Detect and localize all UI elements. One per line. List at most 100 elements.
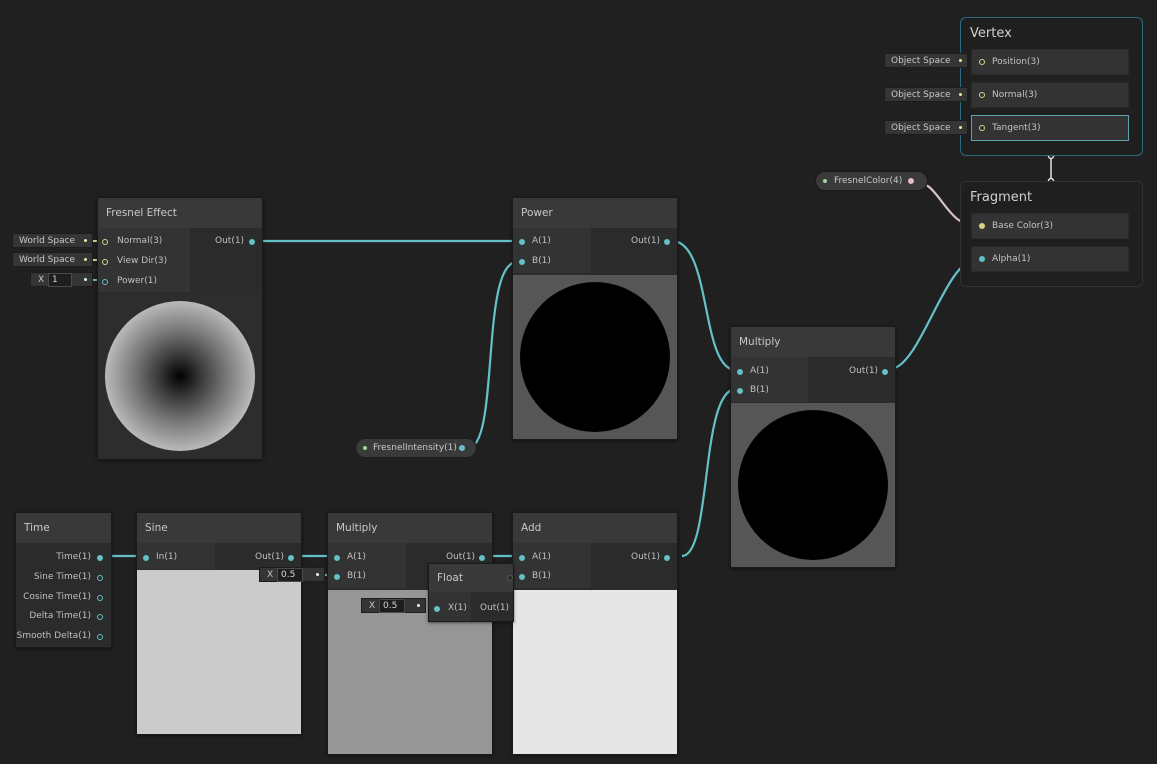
port-label: Sine Time(1) — [33, 572, 91, 582]
object-space-chip-tangent[interactable]: Object Space — [884, 120, 968, 135]
vertex-master-node[interactable]: Vertex Position(3) Normal(3) Tangent(3) — [960, 17, 1143, 156]
fresnel-color-property[interactable]: FresnelColor(4) — [815, 171, 928, 191]
fragment-master-node[interactable]: Fragment Base Color(3) Alpha(1) — [960, 181, 1143, 287]
output-smooth-delta[interactable]: Smooth Delta(1) — [17, 631, 91, 641]
port-label: A(1) — [750, 366, 769, 376]
output-cosine-time[interactable]: Cosine Time(1) — [23, 592, 91, 602]
smooth-delta-port[interactable] — [97, 634, 103, 640]
chip-label: World Space — [19, 236, 76, 246]
fresnel-effect-node[interactable]: Fresnel Effect Normal(3) View Dir(3) Pow… — [97, 197, 263, 460]
float-node[interactable]: Float X(1) Out(1) — [428, 563, 514, 622]
slot-label: Alpha(1) — [992, 254, 1031, 264]
input-b[interactable]: B(1) — [737, 385, 769, 395]
fresnel-intensity-property[interactable]: FresnelIntensity(1) — [355, 438, 477, 458]
sine-preview — [137, 570, 301, 734]
power-preview — [513, 275, 677, 439]
node-title: Float — [429, 564, 513, 592]
port-label: A(1) — [347, 552, 366, 562]
input-a[interactable]: A(1) — [737, 366, 769, 376]
vertex-slot-position[interactable]: Position(3) — [971, 49, 1129, 75]
output-out[interactable]: Out(1) — [631, 236, 670, 246]
output-out[interactable]: Out(1) — [631, 552, 670, 562]
out-port[interactable] — [249, 239, 255, 245]
power-value-field[interactable]: 1 — [48, 273, 72, 287]
wire-intensity-to-power — [467, 260, 518, 450]
node-title: Sine — [137, 513, 301, 543]
input-b[interactable]: B(1) — [519, 256, 551, 266]
wire-add-to-multiply — [681, 387, 737, 558]
port-label: B(1) — [532, 256, 551, 266]
property-icon — [363, 446, 367, 450]
output-delta-time[interactable]: Delta Time(1) — [29, 611, 91, 621]
port-label: Out(1) — [631, 552, 661, 562]
vertex-slot-tangent[interactable]: Tangent(3) — [971, 115, 1129, 141]
world-space-chip-normal[interactable]: World Space — [12, 233, 93, 248]
alpha-port[interactable] — [979, 256, 985, 262]
output-out[interactable]: Out(1) — [849, 366, 888, 376]
input-a[interactable]: A(1) — [519, 236, 551, 246]
node-title: Fresnel Effect — [98, 198, 262, 228]
fragment-slot-base-color[interactable]: Base Color(3) — [971, 213, 1129, 239]
output-sine-time[interactable]: Sine Time(1) — [34, 572, 91, 582]
cosine-time-port[interactable] — [97, 595, 103, 601]
node-title: Power — [513, 198, 677, 228]
input-power[interactable]: Power(1) — [102, 276, 157, 286]
output-out[interactable]: Out(1) — [446, 552, 485, 562]
multiply-b-value-field[interactable]: 0.5 — [277, 568, 303, 582]
power-node[interactable]: Power A(1) B(1) Out(1) — [512, 197, 678, 440]
fragment-slot-alpha[interactable]: Alpha(1) — [971, 246, 1129, 272]
fragment-title: Fragment — [970, 190, 1033, 205]
axis-label: X — [38, 275, 45, 285]
output-out[interactable]: Out(1) — [255, 552, 294, 562]
fresnel-preview — [98, 294, 262, 458]
axis-label: X — [369, 601, 376, 611]
port-label: View Dir(3) — [117, 256, 168, 266]
input-in[interactable]: In(1) — [143, 552, 177, 562]
object-space-chip-normal[interactable]: Object Space — [884, 87, 968, 102]
port-label: In(1) — [156, 552, 178, 562]
normal-port[interactable] — [979, 92, 985, 98]
float-x-value-field[interactable]: 0.5 — [379, 599, 405, 613]
port-label: B(1) — [750, 385, 769, 395]
port-label: Cosine Time(1) — [23, 592, 91, 602]
position-port[interactable] — [979, 59, 985, 65]
tangent-port[interactable] — [979, 125, 985, 131]
input-normal[interactable]: Normal(3) — [102, 236, 162, 246]
port-label: X(1) — [448, 603, 467, 613]
base-color-port[interactable] — [979, 223, 985, 229]
fresnel-color-port[interactable] — [908, 178, 914, 184]
input-a[interactable]: A(1) — [334, 552, 366, 562]
out-port[interactable] — [288, 555, 294, 561]
multiply-node-main[interactable]: Multiply A(1) B(1) Out(1) — [730, 326, 896, 568]
time-node[interactable]: Time Time(1) Sine Time(1) Cosine Time(1)… — [15, 512, 112, 648]
world-space-chip-viewdir[interactable]: World Space — [12, 252, 93, 267]
out-port[interactable] — [664, 239, 670, 245]
delta-time-port[interactable] — [97, 614, 103, 620]
out-port[interactable] — [479, 555, 485, 561]
sine-node[interactable]: Sine In(1) Out(1) — [136, 512, 302, 735]
fresnel-intensity-label: FresnelIntensity(1) — [373, 443, 457, 453]
add-node[interactable]: Add A(1) B(1) Out(1) — [512, 512, 678, 755]
object-space-chip-position[interactable]: Object Space — [884, 53, 968, 68]
input-x[interactable]: X(1) — [434, 603, 467, 613]
output-time[interactable]: Time(1) — [56, 552, 91, 562]
input-a[interactable]: A(1) — [519, 552, 551, 562]
input-b[interactable]: B(1) — [519, 571, 551, 581]
output-out[interactable]: Out(1) — [480, 603, 509, 613]
input-view-dir[interactable]: View Dir(3) — [102, 256, 167, 266]
port-label: B(1) — [347, 571, 366, 581]
port-label: Out(1) — [446, 552, 476, 562]
multiply-node-sine[interactable]: Multiply A(1) B(1) Out(1) — [327, 512, 493, 755]
time-port[interactable] — [97, 555, 103, 561]
sine-time-port[interactable] — [97, 575, 103, 581]
port-label: Out(1) — [631, 236, 661, 246]
out-port[interactable] — [664, 555, 670, 561]
port-label: Normal(3) — [117, 236, 163, 246]
vertex-slot-normal[interactable]: Normal(3) — [971, 82, 1129, 108]
input-b[interactable]: B(1) — [334, 571, 366, 581]
port-label: Power(1) — [117, 276, 157, 286]
out-port[interactable] — [882, 369, 888, 375]
fresnel-intensity-port[interactable] — [459, 445, 465, 451]
chip-label: Object Space — [891, 90, 951, 100]
output-out[interactable]: Out(1) — [215, 236, 255, 246]
